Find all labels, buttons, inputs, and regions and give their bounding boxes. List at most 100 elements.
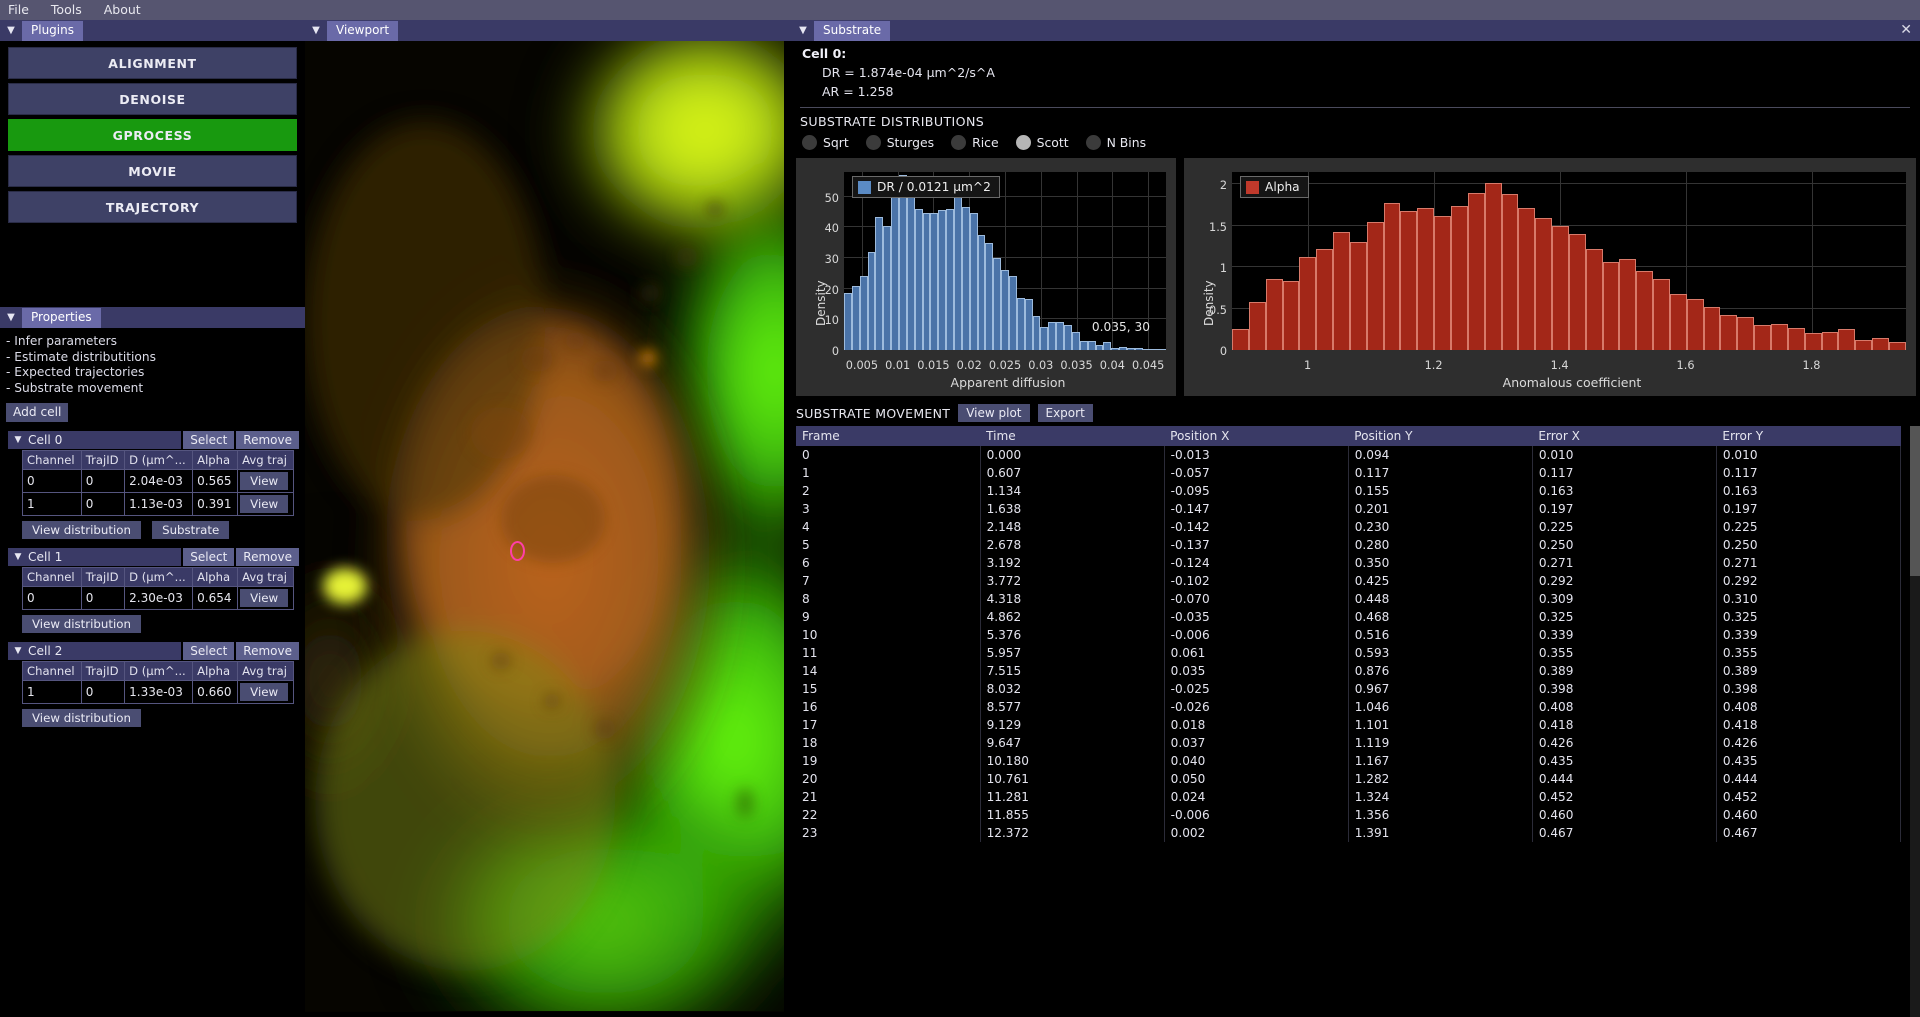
- movement-cell: 9.647: [980, 734, 1165, 752]
- table-row[interactable]: 17 9.129 0.018 1.101 0.418 0.418: [796, 716, 1902, 734]
- histogram-bar: [1009, 276, 1017, 350]
- table-row[interactable]: 2 1.134 -0.095 0.155 0.163 0.163: [796, 482, 1902, 500]
- add-cell-button[interactable]: Add cell: [6, 403, 69, 422]
- tab-viewport[interactable]: Viewport: [327, 20, 399, 41]
- plugin-button-movie[interactable]: MOVIE: [8, 155, 297, 187]
- plugin-button-trajectory[interactable]: TRAJECTORY: [8, 191, 297, 223]
- table-row[interactable]: 22 11.855 -0.006 1.356 0.460 0.460: [796, 806, 1902, 824]
- movement-cell: 0.271: [1716, 554, 1902, 572]
- movement-cell: 0.468: [1348, 608, 1533, 626]
- menu-item-tools[interactable]: Tools: [51, 0, 82, 20]
- plugin-button-alignment[interactable]: ALIGNMENT: [8, 47, 297, 79]
- view-distribution-button[interactable]: View distribution: [22, 521, 141, 539]
- table-row[interactable]: 20 10.761 0.050 1.282 0.444 0.444: [796, 770, 1902, 788]
- view-button[interactable]: View: [240, 683, 289, 701]
- collapse-caret-icon[interactable]: ▼: [0, 307, 22, 328]
- table-row[interactable]: 8 4.318 -0.070 0.448 0.309 0.310: [796, 590, 1902, 608]
- movement-cell: -0.070: [1164, 590, 1349, 608]
- anomalous-coefficient-chart[interactable]: Density 0 0.5 1 1.5 2 Alpha 1 1.2 1.4 1.6 1.8 An…: [1184, 158, 1916, 396]
- view-distribution-button[interactable]: View distribution: [22, 709, 141, 727]
- close-icon[interactable]: ✕: [1900, 22, 1912, 38]
- movement-cell: 0.448: [1348, 590, 1533, 608]
- cell-avgtraj: View: [237, 469, 294, 493]
- view-plot-button[interactable]: View plot: [958, 404, 1030, 422]
- cell-remove-button[interactable]: Remove: [234, 642, 299, 660]
- cell-select-button[interactable]: Select: [181, 548, 235, 566]
- cell-header-cell-0[interactable]: ▼ Cell 0 Select Remove: [8, 431, 299, 449]
- table-row[interactable]: 9 4.862 -0.035 0.468 0.325 0.325: [796, 608, 1902, 626]
- table-header-row: Channel TrajID D (μm^... Alpha Avg traj: [22, 661, 294, 681]
- tab-substrate[interactable]: Substrate: [814, 20, 891, 41]
- table-row[interactable]: 7 3.772 -0.102 0.425 0.292 0.292: [796, 572, 1902, 590]
- collapse-caret-icon[interactable]: ▼: [305, 20, 327, 41]
- table-row[interactable]: 21 11.281 0.024 1.324 0.452 0.452: [796, 788, 1902, 806]
- substrate-button[interactable]: Substrate: [152, 521, 230, 539]
- cell-remove-button[interactable]: Remove: [234, 548, 299, 566]
- tab-plugins[interactable]: Plugins: [22, 20, 83, 41]
- tab-properties[interactable]: Properties: [22, 307, 101, 328]
- expand-caret-icon[interactable]: ▼: [8, 646, 28, 656]
- substrate-dr-value: DR = 1.874e-04 μm^2/s^A: [822, 65, 995, 80]
- radio-nbins[interactable]: N Bins: [1085, 135, 1146, 150]
- histogram-bar: [1248, 301, 1266, 350]
- movement-cell: 0.408: [1716, 698, 1902, 716]
- plugin-button-gprocess[interactable]: GPROCESS: [8, 119, 297, 151]
- view-distribution-button[interactable]: View distribution: [22, 615, 141, 633]
- table-row[interactable]: 16 8.577 -0.026 1.046 0.408 0.408: [796, 698, 1902, 716]
- table-row[interactable]: 18 9.647 0.037 1.119 0.426 0.426: [796, 734, 1902, 752]
- collapse-caret-icon[interactable]: ▼: [792, 20, 814, 41]
- view-button[interactable]: View: [240, 589, 289, 607]
- cell-remove-button[interactable]: Remove: [234, 431, 299, 449]
- movement-cell: 0.355: [1716, 644, 1902, 662]
- table-row[interactable]: 11 5.957 0.061 0.593 0.355 0.355: [796, 644, 1902, 662]
- expand-caret-icon[interactable]: ▼: [8, 552, 28, 562]
- cell-header-cell-2[interactable]: ▼ Cell 2 Select Remove: [8, 642, 299, 660]
- menu-item-about[interactable]: About: [104, 0, 141, 20]
- view-button[interactable]: View: [240, 495, 289, 513]
- movement-cell: 0.452: [1532, 788, 1717, 806]
- plugins-list: ALIGNMENT DENOISE GPROCESS MOVIE TRAJECT…: [0, 41, 305, 227]
- movement-table-body: 0 0.000 -0.013 0.094 0.010 0.010 1 0.607 -0.057 0…: [796, 446, 1902, 842]
- microscopy-image-canvas[interactable]: [305, 41, 784, 1012]
- table-row[interactable]: 15 8.032 -0.025 0.967 0.398 0.398: [796, 680, 1902, 698]
- radio-sturges[interactable]: Sturges: [865, 135, 934, 150]
- histogram-bar: [1703, 306, 1721, 350]
- table-row[interactable]: 1 0.607 -0.057 0.117 0.117 0.117: [796, 464, 1902, 482]
- cell-header-cell-1[interactable]: ▼ Cell 1 Select Remove: [8, 548, 299, 566]
- movement-cell: 0.325: [1716, 608, 1902, 626]
- radio-sqrt[interactable]: Sqrt: [802, 135, 849, 150]
- table-row[interactable]: 5 2.678 -0.137 0.280 0.250 0.250: [796, 536, 1902, 554]
- table-row[interactable]: 14 7.515 0.035 0.876 0.389 0.389: [796, 662, 1902, 680]
- table-row[interactable]: 0 0.000 -0.013 0.094 0.010 0.010: [796, 446, 1902, 464]
- histogram-bar: [1686, 298, 1704, 350]
- histogram-bar: [985, 242, 994, 350]
- expand-caret-icon[interactable]: ▼: [8, 435, 28, 445]
- cell-select-button[interactable]: Select: [181, 642, 235, 660]
- cell-select-button[interactable]: Select: [181, 431, 235, 449]
- menu-item-file[interactable]: File: [8, 0, 29, 20]
- movement-cell: 1.101: [1348, 716, 1533, 734]
- cell-alpha: 0.660: [192, 680, 239, 704]
- y-tick-label: 50: [824, 191, 839, 205]
- histogram-bar: [930, 213, 939, 350]
- scrollbar-thumb[interactable]: [1910, 426, 1920, 576]
- table-row[interactable]: 4 2.148 -0.142 0.230 0.225 0.225: [796, 518, 1902, 536]
- view-button[interactable]: View: [240, 472, 289, 490]
- vertical-scrollbar[interactable]: [1910, 426, 1920, 1017]
- table-row[interactable]: 19 10.180 0.040 1.167 0.435 0.435: [796, 752, 1902, 770]
- selected-cell-marker[interactable]: [510, 541, 525, 561]
- table-row[interactable]: 3 1.638 -0.147 0.201 0.197 0.197: [796, 500, 1902, 518]
- table-row[interactable]: 23 12.372 0.002 1.391 0.467 0.467: [796, 824, 1902, 842]
- collapse-caret-icon[interactable]: ▼: [0, 20, 22, 41]
- table-row[interactable]: 10 5.376 -0.006 0.516 0.339 0.339: [796, 626, 1902, 644]
- radio-scott[interactable]: Scott: [1015, 135, 1069, 150]
- histogram-bar: [1366, 221, 1384, 350]
- histogram-bar: [875, 216, 884, 350]
- radio-rice[interactable]: Rice: [951, 135, 999, 150]
- export-button[interactable]: Export: [1037, 404, 1093, 422]
- plugin-button-denoise[interactable]: DENOISE: [8, 83, 297, 115]
- table-row[interactable]: 6 3.192 -0.124 0.350 0.271 0.271: [796, 554, 1902, 572]
- movement-table-wrapper[interactable]: Frame Time Position X Position Y Error X Erro…: [796, 426, 1920, 1017]
- apparent-diffusion-chart[interactable]: Density 0 10 20 30 40 50 DR / 0.0121 μm^2 0.0…: [796, 158, 1176, 396]
- chart-xlabel: Anomalous coefficient: [1502, 375, 1642, 390]
